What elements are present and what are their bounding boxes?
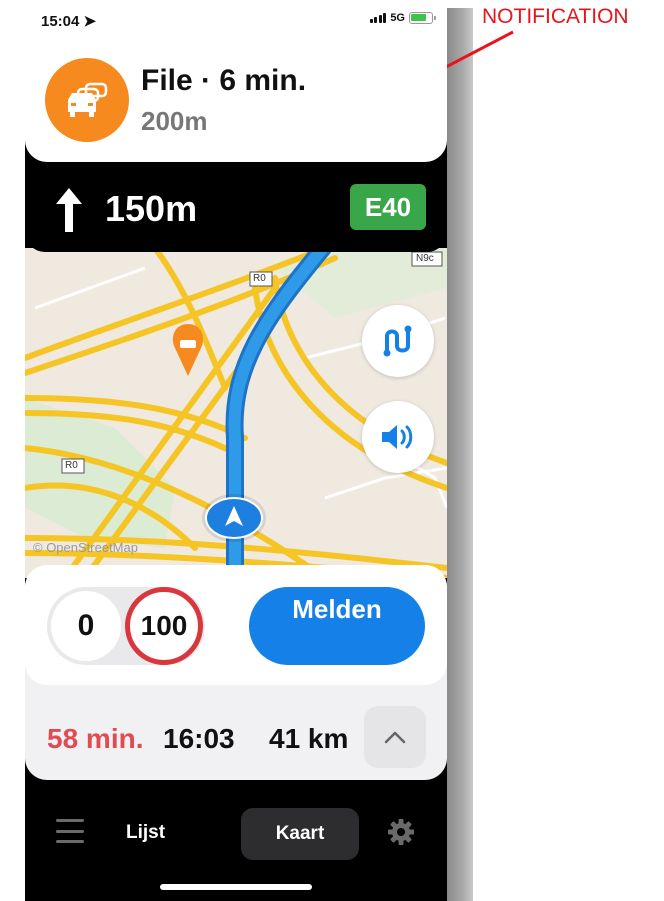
chevron-up-icon [384,731,406,744]
arrival-time: 16:03 [163,723,235,754]
arrow-up-icon [56,188,82,232]
status-indicators: 5G [369,12,436,24]
traffic-jam-icon [45,58,129,142]
notification-distance: 200m [141,106,208,136]
trip-panel: 0 100 Melden 58 min. 16:03 41 km [25,565,447,780]
remaining-distance: 41 km [269,723,349,754]
trip-duration: 58 min. [47,723,144,754]
report-button[interactable]: Melden [249,587,425,665]
road-badge: E40 [350,184,426,230]
current-speed: 0 [51,591,121,661]
route-overview-button[interactable] [362,305,434,377]
expand-button[interactable] [364,706,426,768]
direction-bar[interactable]: 150m E40 [25,150,447,252]
sound-button[interactable] [362,401,434,473]
speed-display: 0 100 [47,587,205,665]
direction-distance: 150m [105,188,198,229]
speed-limit-sign: 100 [125,587,203,665]
notification-title: File · 6 min. [141,64,307,97]
traffic-notification[interactable]: 15:04 ➤ 5G File · 6 min. 200m [25,0,447,162]
signal-icon [369,13,387,23]
speaker-icon [382,425,413,449]
speed-section: 0 100 Melden [25,565,447,685]
network-type: 5G [390,12,405,24]
status-time: 15:04 ➤ [41,12,96,30]
status-time-text: 15:04 [41,13,80,30]
location-arrow-icon: ➤ [83,13,97,30]
route-icon [383,325,412,357]
battery-icon [409,12,436,24]
